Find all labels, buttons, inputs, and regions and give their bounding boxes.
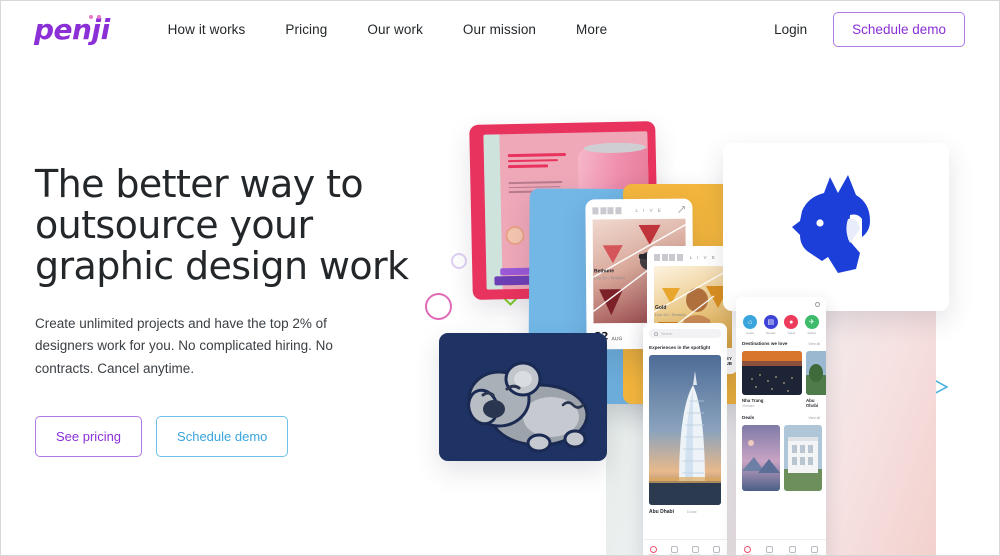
top-navigation-bar: penji How it works Pricing Our work Our …: [1, 1, 999, 58]
app-category-label: Hotels: [746, 331, 755, 335]
app-deal-photo-2[interactable]: [784, 425, 822, 491]
nav-link-our-work[interactable]: Our work: [347, 16, 443, 43]
headline-line-2: outsource your: [35, 203, 313, 248]
app-category-label: Flights: [807, 331, 816, 335]
app-tab-favourite-right[interactable]: Favourite: [781, 540, 804, 555]
nav-link-pricing[interactable]: Pricing: [265, 16, 347, 43]
search-icon-left: [654, 332, 658, 336]
app-category-hotels[interactable]: ⌂ Hotels: [743, 315, 758, 335]
search-icon-right[interactable]: [815, 302, 820, 307]
trips-icon-left: [671, 545, 678, 553]
flights-icon: ✈: [804, 315, 819, 329]
app-tab-explore-left[interactable]: Explore: [643, 540, 664, 555]
schedule-demo-button-nav[interactable]: Schedule demo: [833, 12, 965, 47]
poster-back-date-month: AUG: [611, 336, 623, 343]
profile-icon-left: [713, 545, 720, 553]
subtext-line-2: designers work for you. No complicated h…: [35, 338, 312, 354]
app-item1-title: Nha Trang: [742, 398, 764, 403]
hero-collage: Fiesta L I V E: [401, 101, 999, 555]
favourite-icon-left: [692, 545, 699, 553]
app-category-travel[interactable]: ● Travel: [784, 315, 799, 335]
trips-icon-right: [766, 545, 774, 553]
app-destination-photo-nha-trang[interactable]: [742, 351, 802, 395]
nav-link-more[interactable]: More: [556, 16, 627, 43]
app-tab-my-trips-right[interactable]: My trips: [759, 540, 782, 555]
nav-link-how-it-works[interactable]: How it works: [148, 16, 266, 43]
rentals-icon: ▤: [763, 315, 778, 329]
hero-subtext: Create unlimited projects and have the t…: [35, 313, 365, 380]
poster-front-live-label: L I V E: [689, 254, 717, 260]
app-tab-explore-right[interactable]: Explore: [736, 540, 759, 555]
app-section1-title-right: Destinations we love: [742, 341, 788, 346]
app-section2-title-right: Deals: [742, 415, 755, 420]
hero-cta-row: See pricing Schedule demo: [35, 415, 435, 457]
app-tab-bar-right: Explore My trips Favourite Profile: [736, 539, 827, 555]
travel-icon: ●: [784, 315, 799, 329]
nav-link-our-mission[interactable]: Our mission: [443, 16, 556, 43]
poster-front-subtitle: Live DJ / Session: [655, 311, 686, 317]
headline-line-3: graphic design work: [35, 244, 409, 289]
app-category-row: ⌂ Hotels ▤ Rentals ● Travel ✈ Flights: [736, 315, 826, 335]
favourite-icon-right: [788, 545, 796, 553]
page-title: The better way to outsource your graphic…: [35, 162, 435, 289]
design-card-dog-logo: [723, 143, 949, 311]
penji-logo[interactable]: penji: [34, 14, 110, 44]
design-card-koala: [439, 333, 607, 461]
app-card-sub-left: Dubai: [687, 510, 697, 514]
logo-dot-left-icon: [89, 14, 93, 19]
schedule-demo-button-hero[interactable]: Schedule demo: [156, 415, 289, 457]
app-category-label: Rentals: [766, 331, 776, 335]
poster-back-name: Bethune: [593, 268, 615, 275]
circle-outline-lavender-icon: [451, 253, 467, 269]
app-item2-sub: Dubai: [806, 404, 815, 408]
app-search-field-left[interactable]: Search: [649, 329, 721, 338]
app-tab-profile-left[interactable]: Profile: [706, 540, 727, 555]
app-deal-photo-1[interactable]: [742, 425, 780, 491]
headline-line-1: The better way to: [35, 162, 364, 206]
app-tab-profile-right[interactable]: Profile: [804, 540, 827, 555]
profile-icon-right: [811, 545, 819, 553]
app-destination-photo-abu-dhabi[interactable]: [806, 351, 826, 395]
app-tab-favourite-left[interactable]: Favourite: [685, 540, 706, 555]
app-tab-my-trips-left[interactable]: My trips: [664, 540, 685, 555]
hotels-icon: ⌂: [743, 315, 758, 329]
app-feature-photo-left[interactable]: [649, 355, 721, 505]
landing-page: penji How it works Pricing Our work Our …: [0, 0, 1000, 556]
app-tab-bar-left: Explore My trips Favourite Profile: [643, 539, 727, 555]
sleeping-koala-illustration-icon: [467, 361, 589, 453]
app-card-title-left: Abu Dhabi: [649, 509, 674, 515]
poster-back-subtitle: Live DJ / Session: [594, 275, 625, 281]
subtext-line-1: Create unlimited projects and have the t…: [35, 316, 327, 332]
nav-links: How it works Pricing Our work Our missio…: [148, 16, 628, 43]
mobile-app-screen-right: ⌂ Hotels ▤ Rentals ● Travel ✈ Flights De…: [736, 297, 827, 555]
blue-dog-logo-icon: [792, 175, 870, 273]
explore-icon-left: [650, 545, 657, 553]
poster-back-live-label: L I V E: [635, 207, 663, 213]
app-item1-sub: Vietnam: [742, 404, 755, 408]
poster-corner-icon: [678, 206, 685, 213]
app-search-placeholder-left: Search: [661, 332, 673, 336]
app-section-title-left: Experiences in the spotlight: [649, 345, 711, 350]
see-pricing-button[interactable]: See pricing: [35, 415, 143, 457]
app-category-label: Travel: [787, 331, 796, 335]
explore-icon-right: [743, 545, 751, 553]
hero-copy: The better way to outsource your graphic…: [35, 162, 435, 457]
nav-actions: Login Schedule demo: [774, 12, 965, 47]
app-section2-more-right[interactable]: View all: [808, 416, 820, 420]
app-section1-more-right[interactable]: View all: [808, 342, 820, 346]
poster-front-name: Gold: [655, 304, 667, 311]
circle-outline-pink-icon: [425, 293, 452, 320]
login-link[interactable]: Login: [774, 22, 807, 37]
mobile-app-screen-left: Search Experiences in the spotlight Abu …: [643, 323, 727, 555]
app-category-flights[interactable]: ✈ Flights: [804, 315, 819, 335]
logo-dot-right-icon: [97, 14, 101, 19]
app-category-rentals[interactable]: ▤ Rentals: [763, 315, 778, 335]
